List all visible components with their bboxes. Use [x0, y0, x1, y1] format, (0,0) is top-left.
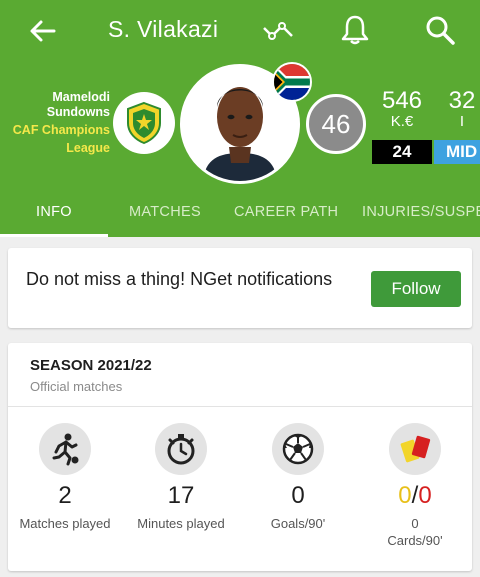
stat-cards-per-90: 0/0 0 Cards/90' [360, 423, 470, 549]
tab-career-path[interactable]: CAREER PATH [234, 204, 338, 220]
season-title: SEASON 2021/22 [30, 357, 152, 374]
cards-icon [389, 423, 441, 475]
page-title: S. Vilakazi [108, 16, 219, 42]
matches-played-label: Matches played [19, 516, 111, 531]
stat-minutes-played: 17 Minutes played [126, 423, 236, 532]
active-tab-indicator [0, 234, 108, 237]
soccer-ball-icon [272, 423, 324, 475]
stat-goals-per-90: 0 Goals/90' [243, 423, 353, 532]
team-name-line1: Mamelodi [52, 90, 110, 104]
season-card: SEASON 2021/22 Official matches 2 Matche… [8, 343, 472, 571]
notification-text: Do not miss a thing! NGet notifications [26, 269, 333, 289]
market-value: 546 K.€ [376, 88, 428, 130]
secondary-stat-number: 32 [448, 87, 476, 114]
player-running-icon [39, 423, 91, 475]
season-subtitle: Official matches [30, 379, 123, 394]
tab-matches[interactable]: MATCHES [129, 204, 201, 220]
tab-info[interactable]: INFO [36, 204, 72, 220]
back-arrow-icon[interactable] [28, 16, 58, 46]
secondary-stat-unit: I [459, 113, 465, 130]
secondary-stat: 32 I [444, 88, 480, 130]
stat-matches-played: 2 Matches played [10, 423, 120, 532]
yellow-cards-value: 0 [398, 482, 412, 509]
stopwatch-icon [155, 423, 207, 475]
minutes-played-label: Minutes played [137, 516, 225, 531]
market-value-number: 546 [381, 87, 423, 114]
shirt-number-badge: 46 [306, 94, 366, 154]
bell-icon[interactable] [340, 14, 370, 46]
cards-label: 0 Cards/90' [360, 515, 470, 549]
tab-injuries-suspensions[interactable]: INJURIES/SUSPENSIONS [362, 204, 480, 220]
club-logo[interactable] [113, 92, 175, 154]
competition-line2[interactable]: League [0, 140, 110, 156]
competition-line1[interactable]: CAF Champions [0, 122, 110, 138]
follow-button[interactable]: Follow [371, 271, 461, 307]
position-badge: MID [434, 140, 480, 164]
goals-per-90-label: Goals/90' [270, 516, 326, 531]
club-crest-icon [127, 101, 161, 145]
tab-bar: INFO MATCHES CAREER PATH INJURIES/SUSPEN… [0, 190, 480, 237]
market-value-unit: K.€ [390, 113, 414, 130]
stats-chart-icon[interactable] [262, 16, 294, 46]
cards-label-line1: 0 [411, 516, 419, 531]
age-badge: 24 [372, 140, 432, 164]
team-name-line2: Sundowns [46, 105, 110, 119]
player-header: S. Vilakazi Mamelodi Sundowns CAF Champi… [0, 0, 480, 237]
south-africa-flag-icon [272, 62, 312, 102]
goals-per-90-value: 0 [291, 482, 305, 509]
cards-label-line2: Cards/90' [387, 533, 443, 548]
minutes-played-value: 17 [167, 482, 195, 509]
divider [8, 406, 472, 407]
team-info: Mamelodi Sundowns CAF Champions League [0, 90, 110, 156]
red-cards-value: 0 [418, 482, 432, 509]
cards-value: 0/0 [360, 483, 470, 509]
notification-card: Do not miss a thing! NGet notifications … [8, 248, 472, 328]
matches-played-value: 2 [58, 482, 72, 509]
search-icon[interactable] [424, 14, 456, 46]
top-bar: S. Vilakazi [0, 0, 480, 62]
